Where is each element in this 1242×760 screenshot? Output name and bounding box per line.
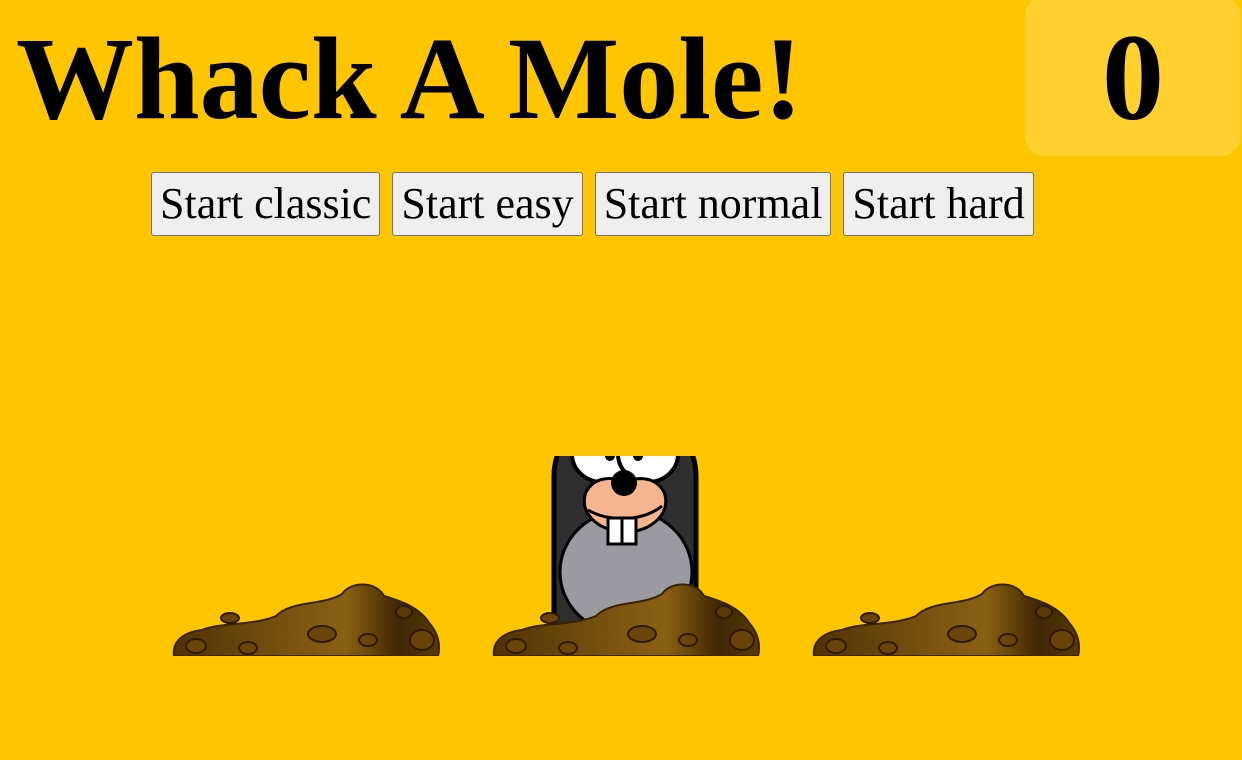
mole-hole-2[interactable] <box>492 456 762 656</box>
score-value: 0 <box>1102 9 1164 146</box>
dirt-mound-icon <box>812 583 1080 656</box>
game-title: Whack A Mole! <box>16 13 803 144</box>
mole-hole-1[interactable] <box>172 456 442 656</box>
start-controls: Start classic Start easy Start normal St… <box>151 172 1034 236</box>
start-normal-button[interactable]: Start normal <box>594 172 832 236</box>
start-hard-button[interactable]: Start hard <box>843 172 1034 236</box>
score-box: 0 <box>1025 0 1241 156</box>
mole-hole-3[interactable] <box>812 456 1082 656</box>
mole-icon <box>492 456 760 656</box>
start-classic-button[interactable]: Start classic <box>151 172 381 236</box>
start-easy-button[interactable]: Start easy <box>392 172 583 236</box>
game-page: Whack A Mole! 0 Start classic Start easy… <box>0 0 1242 760</box>
dirt-mound-icon <box>172 583 440 656</box>
